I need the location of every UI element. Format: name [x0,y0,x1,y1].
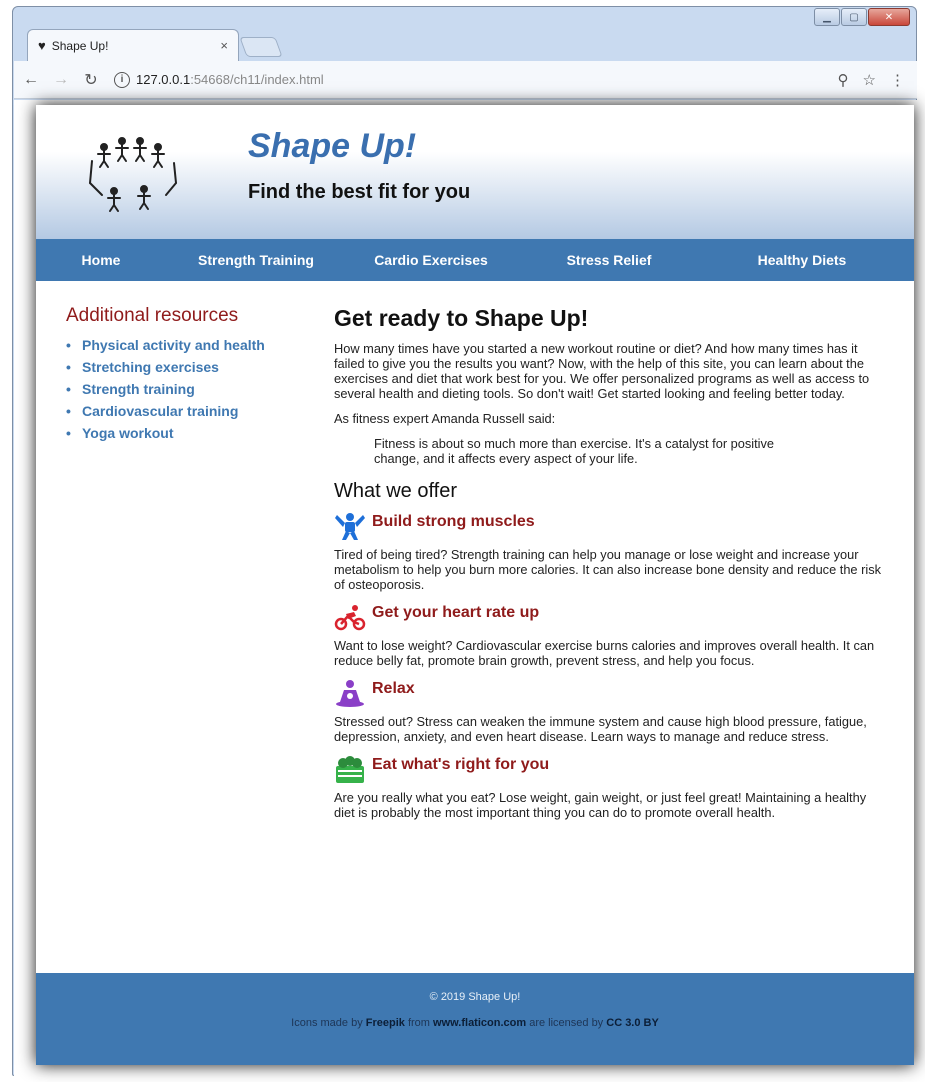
offer-heart-text: Want to lose weight? Cardiovascular exer… [334,638,875,668]
browser-toolbar: ← → ↻ i 127.0.0.1 :54668/ch11/index.html… [14,61,917,99]
offer-heading: What we offer [334,480,458,502]
maximize-button[interactable]: ▢ [841,8,867,26]
nav-home[interactable]: Home [36,252,166,268]
tab-title: Shape Up! [51,38,109,53]
site-tagline: Find the best fit for you [248,181,471,203]
offer-muscles-text: Tired of being tired? Strength training … [334,547,882,592]
reload-icon[interactable]: ↻ [78,70,104,90]
heart-favicon-icon: ♥ [38,38,46,53]
muscle-icon [335,513,365,540]
window-controls: ▁ ▢ ✕ [814,8,910,26]
menu-icon[interactable]: ⋮ [890,71,905,89]
fitness-quote: Fitness is about so much more than exerc… [374,436,775,466]
nav-strength-training[interactable]: Strength Training [166,252,346,268]
footer-credits: Icons made by Freepik from www.flaticon.… [291,1017,659,1029]
healthy-food-icon [336,756,364,783]
site-container: Shape Up! Find the best fit for you Home… [36,105,914,1065]
resource-link-physical-activity[interactable]: • Physical activity and health [66,337,316,353]
offer-relax-header: Relax [334,678,888,708]
resource-link-strength[interactable]: • Strength training [66,381,316,397]
zoom-icon[interactable]: ⚲ [838,71,849,89]
nav-healthy-diets[interactable]: Healthy Diets [702,252,902,268]
browser-tab[interactable]: ♥ Shape Up! × [27,29,239,61]
quote-intro: As fitness expert Amanda Russell said: [334,411,556,426]
sidebar: Additional resources • Physical activity … [66,305,316,447]
site-footer: © 2019 Shape Up! Icons made by Freepik f… [36,973,914,1065]
resource-list: • Physical activity and health • Stretchin… [66,337,316,441]
info-icon[interactable]: i [114,71,130,88]
offer-relax-title: Relax [372,680,415,697]
nav-cardio-exercises[interactable]: Cardio Exercises [346,252,516,268]
site-header: Shape Up! Find the best fit for you [36,105,914,239]
license-link[interactable]: CC 3.0 BY [606,1017,659,1029]
resource-link-yoga[interactable]: • Yoga workout [66,425,316,441]
url-path: :54668/ch11/index.html [190,72,324,87]
offer-relax-text: Stressed out? Stress can weaken the immu… [334,714,867,744]
footer-copyright: © 2019 Shape Up! [429,991,521,1003]
nav-stress-relief[interactable]: Stress Relief [516,252,702,268]
page-heading: Get ready to Shape Up! [334,305,589,331]
browser-titlebar: ▁ ▢ ✕ ♥ Shape Up! × [13,7,916,61]
forward-arrow-icon[interactable]: → [48,71,74,89]
offer-diet-title: Eat what's right for you [372,756,550,773]
main-content: Get ready to Shape Up! How many times ha… [334,305,888,830]
offer-heart-title: Get your heart rate up [372,604,540,621]
close-window-button[interactable]: ✕ [868,8,910,26]
meditation-icon [336,680,364,707]
toolbar-actions: ⚲ ☆ ⋮ [838,71,905,89]
site-title: Shape Up! [248,127,417,165]
main-nav: Home Strength Training Cardio Exercises … [36,239,914,281]
page-viewport: Shape Up! Find the best fit for you Home… [14,100,917,1076]
intro-paragraph: How many times have you started a new wo… [334,341,870,401]
resource-link-stretching[interactable]: • Stretching exercises [66,359,316,375]
address-bar[interactable]: i 127.0.0.1 :54668/ch11/index.html [114,67,838,93]
url-host: 127.0.0.1 [136,72,191,87]
offer-muscles-title: Build strong muscles [372,513,535,530]
offer-diet-header: Eat what's right for you [334,754,888,784]
new-tab-button[interactable] [239,37,283,57]
resource-link-cardio[interactable]: • Cardiovascular training [66,403,316,419]
people-circle-logo-icon [89,137,177,212]
bookmark-star-icon[interactable]: ☆ [863,71,876,89]
freepik-link[interactable]: Freepik [366,1017,405,1029]
offer-heart-header: Get your heart rate up [334,602,888,632]
minimize-button[interactable]: ▁ [814,8,840,26]
back-arrow-icon[interactable]: ← [18,71,44,89]
tab-close-icon[interactable]: × [220,38,228,53]
browser-window: ▁ ▢ ✕ ♥ Shape Up! × ← → ↻ i 127.0.0.1 :5… [12,6,917,1076]
offer-muscles-header: Build strong muscles [334,511,888,541]
offer-diet-text: Are you really what you eat? Lose weight… [334,790,867,820]
cyclist-icon [334,605,366,631]
sidebar-heading: Additional resources [66,305,239,326]
flaticon-link[interactable]: www.flaticon.com [433,1017,526,1029]
